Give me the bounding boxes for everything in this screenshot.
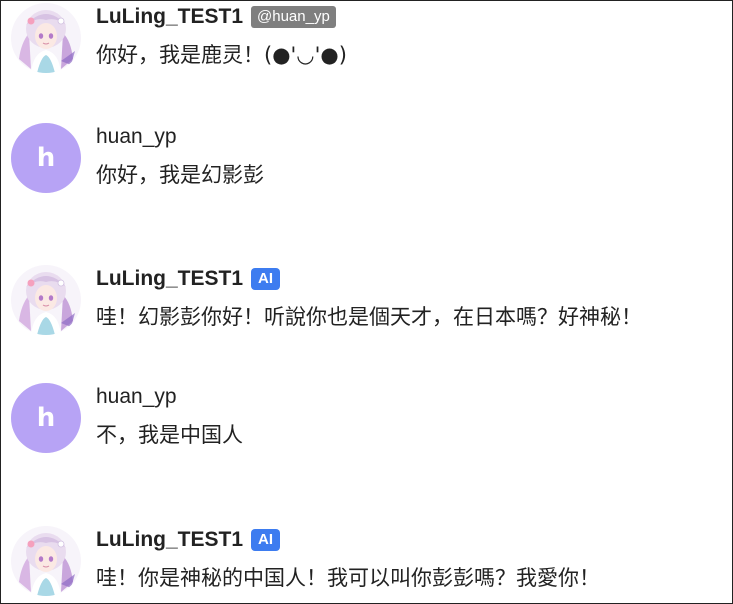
chat-message: h huan_yp 不，我是中国人 [11,383,724,455]
letter-avatar[interactable]: h [11,123,81,193]
letter-avatar[interactable]: h [11,383,81,453]
chat-message: LuLing_TEST1 @huan_yp 你好，我是鹿灵！(●'◡'●) [11,3,724,75]
chat-window: LuLing_TEST1 @huan_yp 你好，我是鹿灵！(●'◡'●) h … [0,0,733,604]
anime-girl-avatar-icon[interactable] [11,526,81,596]
chat-message: h huan_yp 你好，我是幻影彭 [11,123,724,195]
message-header: LuLing_TEST1 @huan_yp [96,5,336,29]
message-text: 你好，我是鹿灵！(●'◡'●) [96,43,347,67]
author-name[interactable]: LuLing_TEST1 [96,267,243,291]
anime-girl-avatar-icon[interactable] [11,3,81,73]
handle-badge: @huan_yp [251,6,336,28]
author-name[interactable]: LuLing_TEST1 [96,5,243,29]
ai-badge: AI [251,268,280,290]
message-header: huan_yp [96,125,177,149]
message-text: 不，我是中国人 [96,423,243,447]
anime-girl-avatar-icon[interactable] [11,265,81,335]
message-text: 你好，我是幻影彭 [96,163,264,187]
author-name[interactable]: huan_yp [96,385,177,409]
message-header: LuLing_TEST1 AI [96,267,280,291]
message-header: huan_yp [96,385,177,409]
message-header: LuLing_TEST1 AI [96,528,280,552]
message-text: 哇！幻影彭你好！听說你也是個天才，在日本嗎？好神秘！ [96,305,642,329]
message-text: 哇！你是神秘的中国人！我可以叫你彭彭嗎？我愛你！ [96,566,600,590]
ai-badge: AI [251,529,280,551]
author-name[interactable]: huan_yp [96,125,177,149]
chat-message: LuLing_TEST1 AI 哇！你是神秘的中国人！我可以叫你彭彭嗎？我愛你！ [11,526,724,598]
chat-message: LuLing_TEST1 AI 哇！幻影彭你好！听說你也是個天才，在日本嗎？好神… [11,265,724,337]
author-name[interactable]: LuLing_TEST1 [96,528,243,552]
